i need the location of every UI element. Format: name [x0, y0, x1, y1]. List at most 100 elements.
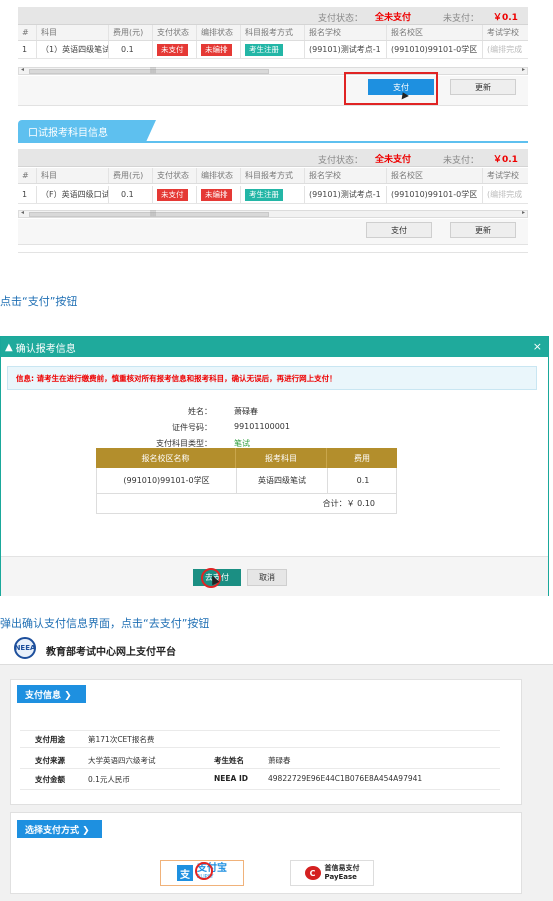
pay-button-highlight: [344, 72, 438, 105]
oral-tab-header: 口试报考科目信息: [18, 120, 156, 142]
divider: [20, 768, 500, 769]
col-exam-school: 考试学校: [482, 25, 528, 40]
row-index: 1: [22, 190, 28, 199]
row-fee: 0.1: [108, 41, 152, 58]
col-arrange-status: 编排状态: [196, 168, 240, 183]
col-school: 报名学校: [304, 168, 386, 183]
alipay-highlight: [195, 862, 213, 880]
col-pay-status: 支付状态: [152, 25, 196, 40]
oral-status-bar: 支付状态： 全未支付 未支付： ￥0.1: [18, 149, 528, 167]
unpaid-badge: 未支付: [157, 188, 188, 201]
scrollbar-thumb[interactable]: |||: [29, 67, 269, 74]
row-index: 1: [22, 45, 28, 54]
row-campus: (991010)99101-0学区: [123, 476, 210, 485]
written-status-bar: 支付状态： 全未支付 未支付： ￥0.1: [18, 7, 528, 25]
col-fee: 费用(元): [108, 168, 152, 183]
col-exam-school: 考试学校: [482, 168, 528, 183]
horizontal-scrollbar[interactable]: ◂ ||| ▸: [18, 209, 528, 218]
col-subject: 科目: [36, 25, 108, 40]
row-campus: (991010)99101-0学区: [386, 186, 482, 203]
row-subject: 英语四级笔试: [236, 468, 327, 493]
oral-table-header: # 科目 费用(元) 支付状态 编排状态 科目报考方式 报名学校 报名校区 考试…: [18, 168, 528, 184]
scroll-right-icon[interactable]: ▸: [522, 209, 525, 216]
user-icon: ▲: [5, 341, 13, 353]
scroll-left-icon[interactable]: ◂: [21, 209, 24, 216]
row-fee: 0.1: [108, 186, 152, 203]
payease-label: 首信易支付: [324, 864, 360, 872]
payease-sub: PayEase: [324, 873, 357, 881]
oral-unpaid-label: 未支付：: [443, 156, 480, 166]
payment-info-tag: 支付信息 ❯: [17, 685, 86, 703]
neea-value: 49822729E96E44C1B076E8A454A97941: [268, 774, 423, 783]
update-button[interactable]: 更新: [450, 79, 516, 95]
scroll-right-icon[interactable]: ▸: [522, 66, 525, 73]
caption-step2: 弹出确认支付信息界面，点击“去支付”按钮: [0, 617, 210, 630]
row-exam-school: (编排完成: [482, 186, 528, 203]
row-campus: (991010)99101-0学区: [386, 41, 482, 58]
col-subject: 科目: [36, 168, 108, 183]
scroll-left-icon[interactable]: ◂: [21, 66, 24, 73]
oral-pay-button[interactable]: 支付: [366, 222, 432, 238]
modal-title: 确认报考信息: [15, 343, 76, 355]
name-value: 萧碌春: [268, 756, 291, 765]
written-status-label: 支付状态：: [318, 14, 364, 24]
col-index: #: [22, 171, 29, 180]
name-label: 姓名：: [188, 407, 212, 416]
table-row[interactable]: 1 （F）英语四级口试 0.1 未支付 未编排 考生注册 (99101)测试考点…: [18, 186, 528, 204]
col-index: #: [22, 28, 29, 37]
unarranged-badge: 未编排: [201, 188, 232, 201]
col-campus: 报名校区: [386, 25, 482, 40]
col-school: 报名学校: [304, 25, 386, 40]
table-row: (991010)99101-0学区 英语四级笔试 0.1: [96, 468, 397, 494]
col-arrange-status: 编排状态: [196, 25, 240, 40]
mode-badge: 考生注册: [245, 188, 283, 201]
row-school: (99101)测试考点-1: [304, 186, 386, 203]
written-unpaid-label: 未支付：: [443, 14, 480, 24]
payease-icon: C: [304, 866, 321, 880]
payease-option[interactable]: C 首信易支付 PayEase: [290, 860, 374, 886]
name-label: 考生姓名: [214, 756, 244, 765]
amount-label: 支付金额: [35, 775, 65, 784]
neea-logo-icon: NEEA: [14, 637, 36, 659]
section-bottom-divider: [18, 252, 528, 253]
table-row[interactable]: 1 （1）英语四级笔试 0.1 未支付 未编排 考生注册 (99101)测试考点…: [18, 41, 528, 59]
written-unpaid-value: ￥0.1: [493, 13, 518, 23]
oral-update-button[interactable]: 更新: [450, 222, 516, 238]
purpose-value: 第171次CET报名费: [88, 735, 155, 744]
total-amount: 合计：￥ 0.10: [322, 499, 375, 508]
unarranged-badge: 未编排: [201, 43, 232, 56]
grip-icon: |||: [150, 210, 157, 217]
oral-tab-line: [18, 141, 528, 143]
platform-title: 教育部考试中心网上支付平台: [46, 647, 176, 658]
divider: [20, 747, 500, 748]
alipay-icon: 支: [177, 865, 193, 881]
close-icon[interactable]: ×: [533, 340, 542, 353]
oral-unpaid-value: ￥0.1: [493, 155, 518, 165]
horizontal-scrollbar[interactable]: ◂ ||| ▸: [18, 66, 528, 75]
id-value: 99101100001: [234, 422, 290, 431]
mode-badge: 考生注册: [245, 43, 283, 56]
notice-banner: 信息: 请考生在进行缴费前，慎重核对所有报考信息和报考科目，确认无误后，再进行网…: [7, 366, 537, 390]
neea-label: NEEA ID: [214, 774, 248, 783]
modal-title-bar: ▲ 确认报考信息: [1, 337, 548, 357]
oral-status-label: 支付状态：: [318, 156, 364, 166]
row-school: (99101)测试考点-1: [304, 41, 386, 58]
confirm-table-header: 报名校区名称 报考科目 费用: [96, 448, 397, 468]
purpose-label: 支付用途: [35, 735, 65, 744]
scrollbar-thumb[interactable]: |||: [29, 210, 269, 217]
row-subject: （F）英语四级口试: [36, 186, 108, 203]
col-campus-name: 报名校区名称: [141, 453, 190, 463]
cancel-button[interactable]: 取消: [247, 569, 287, 586]
col-mode: 科目报考方式: [240, 25, 304, 40]
col-campus: 报名校区: [386, 168, 482, 183]
written-table-header: # 科目 费用(元) 支付状态 编排状态 科目报考方式 报名学校 报名校区 考试…: [18, 25, 528, 41]
id-label: 证件号码：: [172, 423, 212, 432]
name-value: 萧碌春: [234, 407, 258, 416]
total-row: 合计：￥ 0.10: [96, 494, 397, 514]
payment-info-card: [10, 679, 522, 805]
col-pay-status: 支付状态: [152, 168, 196, 183]
col-fee: 费用: [326, 448, 397, 468]
divider: [20, 730, 500, 731]
oral-status-value: 全未支付: [375, 155, 412, 165]
unpaid-badge: 未支付: [157, 43, 188, 56]
